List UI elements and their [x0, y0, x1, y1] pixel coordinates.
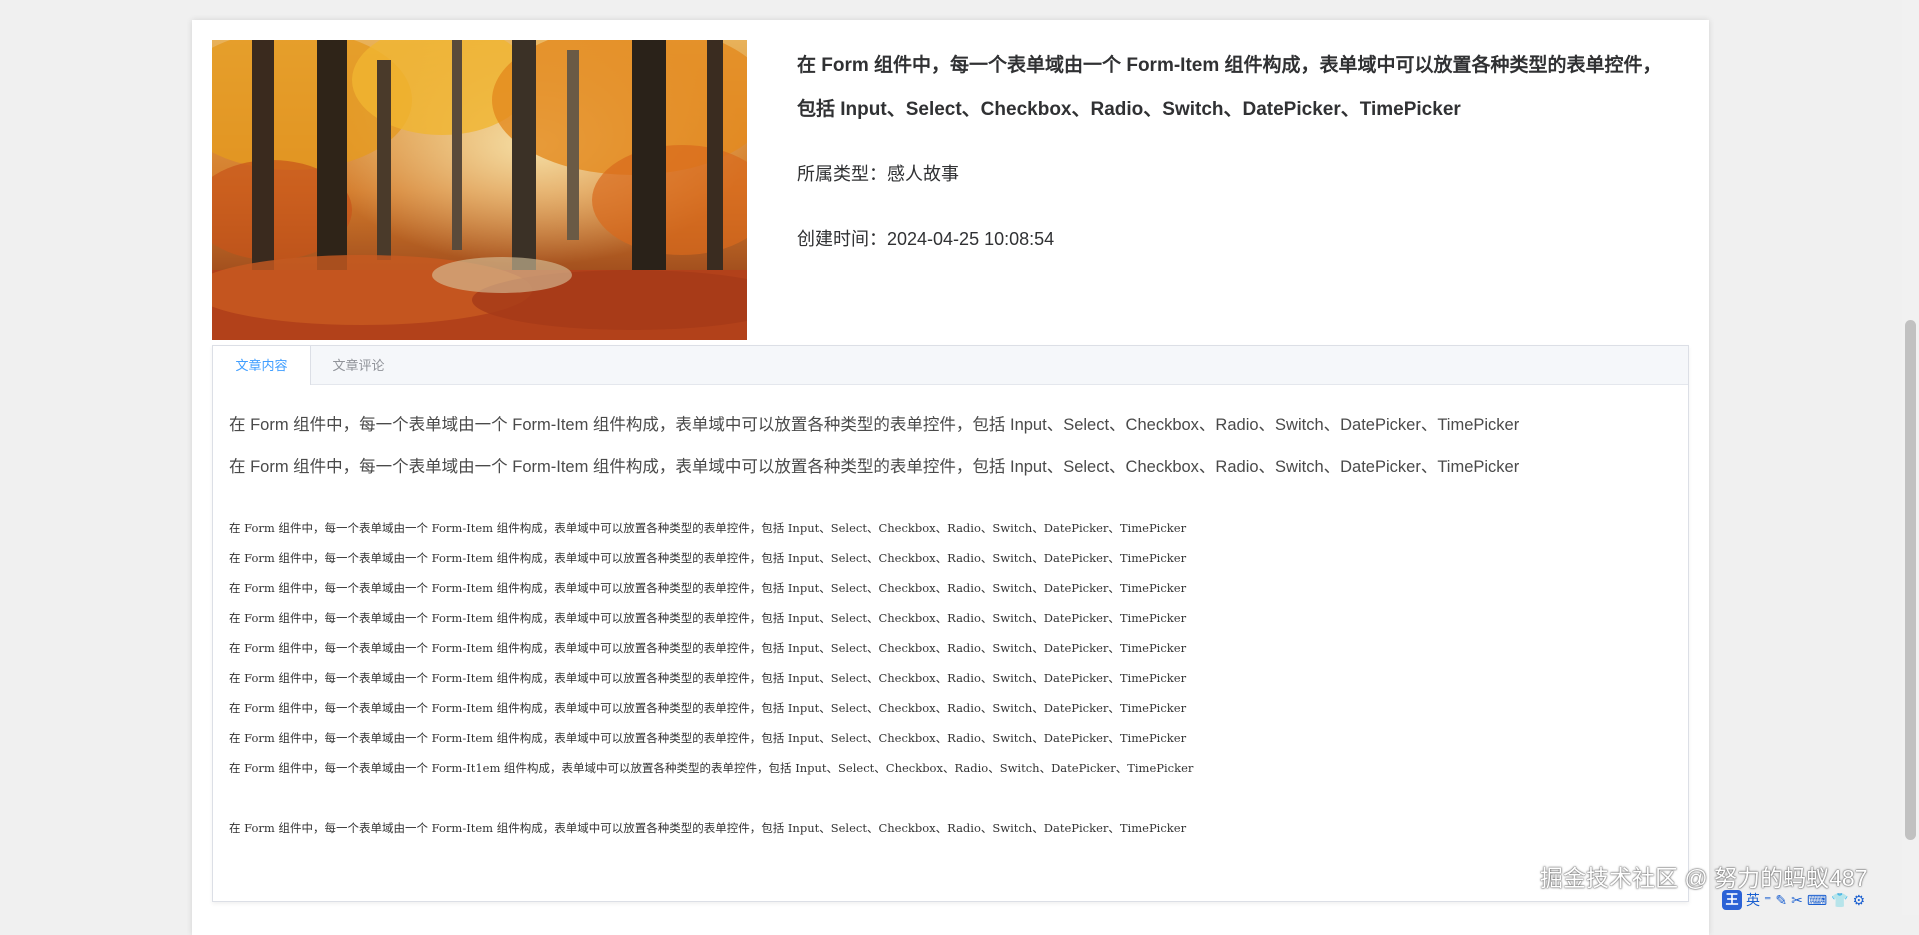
content-paragraph-small: 在 Form 组件中，每一个表单域由一个 Form-It1em 组件构成，表单域…	[229, 761, 1194, 775]
tabs-header: 文章内容 文章评论	[213, 346, 1688, 385]
content-paragraph-small: 在 Form 组件中，每一个表单域由一个 Form-Item 组件构成，表单域中…	[229, 731, 1187, 745]
ime-logo[interactable]: 王	[1722, 890, 1742, 910]
time-label: 创建时间：	[797, 229, 887, 249]
content-paragraph-small: 在 Form 组件中，每一个表单域由一个 Form-Item 组件构成，表单域中…	[229, 521, 1187, 535]
ime-toolbar: 王 英 ⁼ ✎ ✂ ⌨ 👕 ⚙	[1722, 889, 1865, 911]
article-created-time: 创建时间：2024-04-25 10:08:54	[797, 225, 1054, 251]
content-paragraph-small: 在 Form 组件中，每一个表单域由一个 Form-Item 组件构成，表单域中…	[229, 701, 1187, 715]
article-title: 在 Form 组件中，每一个表单域由一个 Form-Item 组件构成，表单域中…	[797, 55, 1662, 120]
article-card: 在 Form 组件中，每一个表单域由一个 Form-Item 组件构成，表单域中…	[192, 20, 1709, 935]
tab-article-content[interactable]: 文章内容	[213, 346, 311, 385]
article-content: 在 Form 组件中，每一个表单域由一个 Form-Item 组件构成，表单域中…	[229, 384, 1672, 843]
cover-image	[212, 40, 747, 340]
type-label: 所属类型：	[797, 164, 887, 184]
article-type: 所属类型：感人故事	[797, 160, 959, 186]
scrollbar-thumb[interactable]	[1905, 320, 1916, 840]
watermark: 掘金技术社区 @ 努力的蚂蚁487	[1540, 865, 1868, 891]
content-paragraph-small: 在 Form 组件中，每一个表单域由一个 Form-Item 组件构成，表单域中…	[229, 821, 1187, 835]
content-paragraph-small: 在 Form 组件中，每一个表单域由一个 Form-Item 组件构成，表单域中…	[229, 671, 1187, 685]
keyboard-icon[interactable]: ⌨	[1807, 892, 1827, 909]
content-paragraph-small: 在 Form 组件中，每一个表单域由一个 Form-Item 组件构成，表单域中…	[229, 641, 1187, 655]
content-paragraph: 在 Form 组件中，每一个表单域由一个 Form-Item 组件构成，表单域中…	[229, 416, 1520, 434]
page-scrollbar[interactable]	[1902, 0, 1919, 915]
gear-icon[interactable]: ⚙	[1853, 892, 1866, 909]
article-tabs: 文章内容 文章评论 在 Form 组件中，每一个表单域由一个 Form-Item…	[212, 345, 1689, 902]
ime-dot-icon[interactable]: ⁼	[1764, 892, 1771, 909]
pen-icon[interactable]: ✎	[1775, 892, 1787, 909]
scissors-icon[interactable]: ✂	[1791, 892, 1803, 909]
content-paragraph-small: 在 Form 组件中，每一个表单域由一个 Form-Item 组件构成，表单域中…	[229, 581, 1187, 595]
content-paragraph: 在 Form 组件中，每一个表单域由一个 Form-Item 组件构成，表单域中…	[229, 458, 1520, 476]
ime-mode[interactable]: 英	[1746, 890, 1760, 910]
time-value: 2024-04-25 10:08:54	[887, 229, 1055, 249]
type-value: 感人故事	[887, 164, 959, 184]
content-paragraph-small: 在 Form 组件中，每一个表单域由一个 Form-Item 组件构成，表单域中…	[229, 551, 1187, 565]
content-paragraph-small: 在 Form 组件中，每一个表单域由一个 Form-Item 组件构成，表单域中…	[229, 611, 1187, 625]
shirt-icon[interactable]: 👕	[1831, 892, 1848, 909]
tab-article-comments[interactable]: 文章评论	[310, 346, 407, 385]
